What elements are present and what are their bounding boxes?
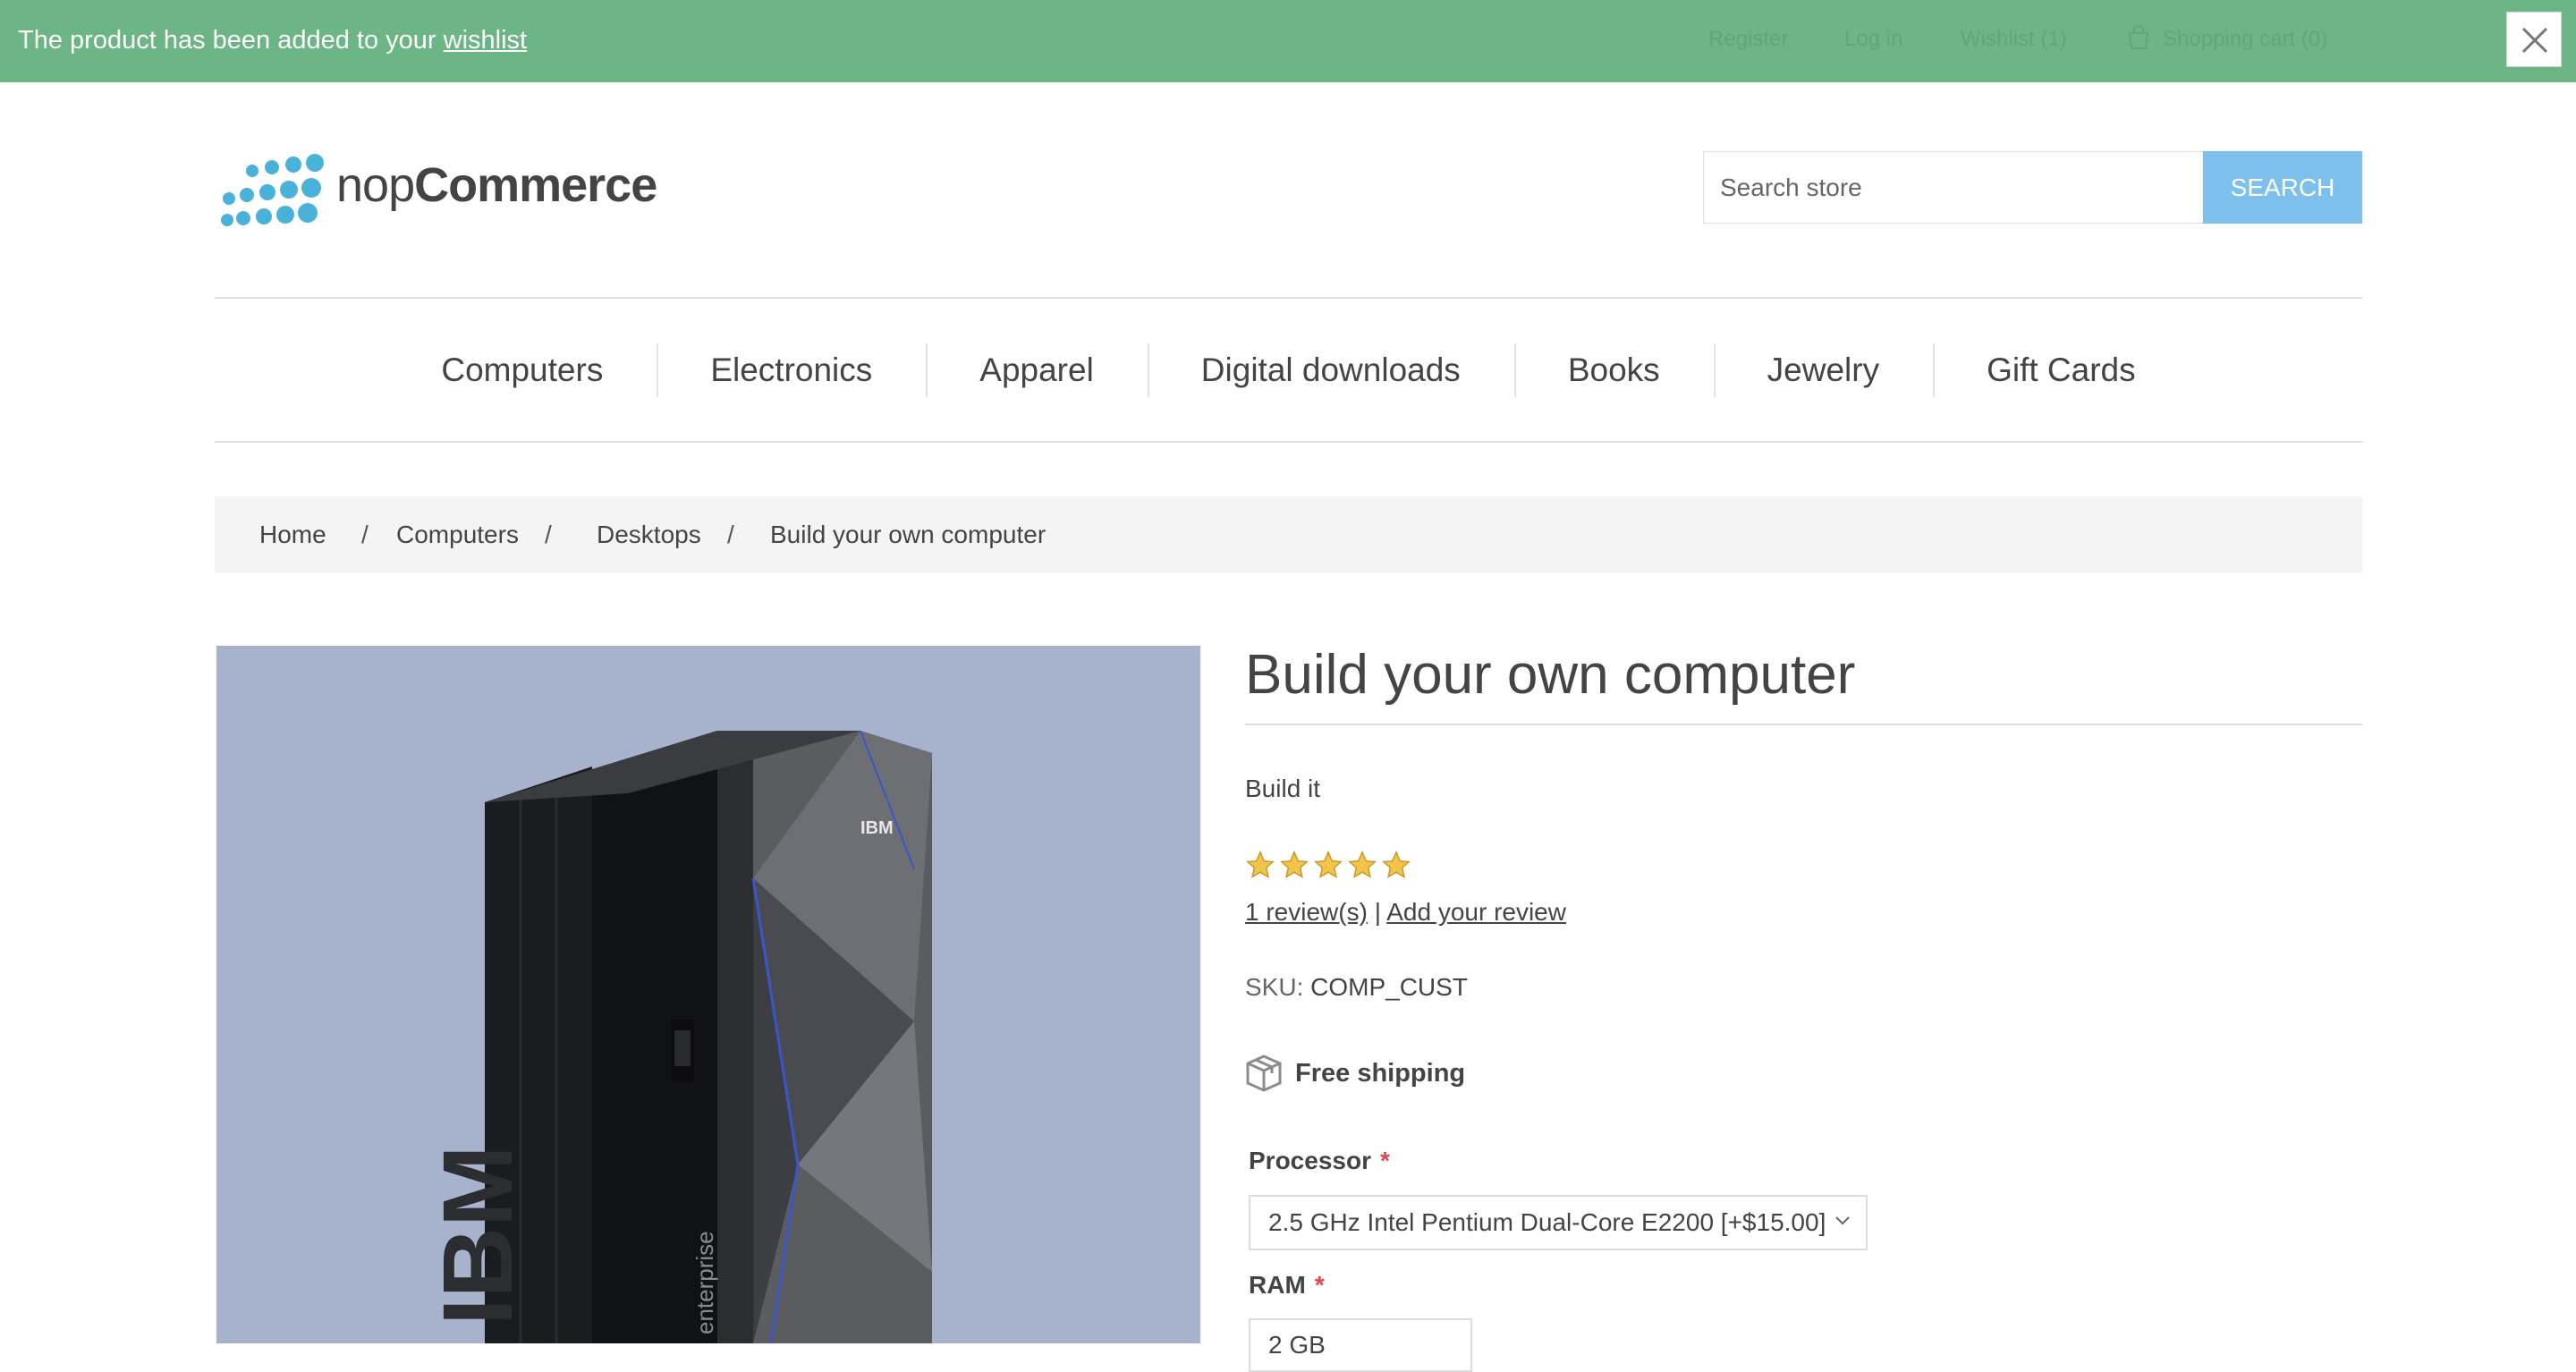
menu-item-books[interactable]: Books [1513, 343, 1714, 397]
processor-select[interactable]: 2.5 GHz Intel Pentium Dual-Core E2200 [+… [1249, 1195, 1868, 1250]
top-menu: Computers Electronics Apparel Digital do… [215, 299, 2362, 441]
breadcrumb-separator: / [727, 521, 734, 548]
ram-selected-value: 2 GB [1268, 1331, 1326, 1359]
required-marker: * [1314, 1271, 1325, 1299]
menu-item-digital-downloads[interactable]: Digital downloads [1147, 343, 1514, 397]
wishlist-header-link[interactable]: Wishlist (1) [1961, 27, 2067, 52]
wishlist-link[interactable]: wishlist [444, 26, 527, 55]
breadcrumb: Home / Computers / Desktops / Build your… [215, 496, 2362, 573]
star-icon [1382, 851, 1411, 878]
sku-label: SKU: [1245, 973, 1304, 1001]
product-title: Build your own computer [1245, 644, 1856, 706]
menu-item-computers[interactable]: Computers [387, 343, 657, 397]
menu-divider-bottom [215, 441, 2362, 443]
processor-label: Processor * [1249, 1147, 1390, 1174]
breadcrumb-desktops[interactable]: Desktops [597, 521, 701, 549]
star-icon [1280, 851, 1309, 878]
required-marker: * [1379, 1147, 1390, 1174]
package-box-icon [1246, 1054, 1282, 1092]
menu-item-electronics[interactable]: Electronics [657, 343, 926, 397]
product-reviews-overview: 1 review(s) | Add your review [1245, 898, 1566, 927]
star-icon [1314, 851, 1343, 878]
reviews-separator: | [1374, 898, 1381, 926]
breadcrumb-separator: / [545, 521, 552, 548]
product-short-description: Build it [1245, 775, 1321, 802]
ram-label: RAM * [1249, 1271, 1325, 1299]
free-shipping-label: Free shipping [1295, 1059, 1466, 1088]
image-side-brand: IBM [423, 1145, 533, 1325]
processor-selected-value: 2.5 GHz Intel Pentium Dual-Core E2200 [+… [1268, 1208, 1826, 1236]
title-divider [1245, 724, 2362, 725]
store-logo[interactable]: nopCommerce [218, 152, 665, 227]
product-sku: SKU: COMP_CUST [1245, 973, 1468, 1002]
register-link[interactable]: Register [1708, 27, 1788, 52]
login-link[interactable]: Log in [1844, 27, 1902, 52]
star-icon [1348, 851, 1377, 878]
chevron-down-icon [1835, 1216, 1850, 1225]
notification-text: The product has been added to your wishl… [18, 24, 527, 56]
menu-item-apparel[interactable]: Apparel [926, 343, 1148, 397]
product-rating [1245, 850, 1411, 880]
image-brand-badge: IBM [860, 818, 894, 838]
breadcrumb-computers[interactable]: Computers [396, 521, 519, 549]
logo-dots-icon [221, 154, 324, 226]
reviews-count-link[interactable]: 1 review(s) [1245, 898, 1368, 926]
shopping-cart-link[interactable]: Shopping cart (0) [2163, 27, 2327, 52]
menu-item-gift-cards[interactable]: Gift Cards [1933, 343, 2190, 397]
mainframe-computer-image: IBM IBM enterprise [423, 730, 932, 1343]
product-image[interactable]: IBM IBM enterprise [216, 646, 1200, 1343]
logo-text: nopCommerce [336, 158, 657, 212]
menu-item-jewelry[interactable]: Jewelry [1713, 343, 1933, 397]
breadcrumb-separator: / [361, 521, 369, 548]
sku-value: COMP_CUST [1310, 973, 1468, 1001]
search-button[interactable]: SEARCH [2203, 151, 2362, 224]
add-review-link[interactable]: Add your review [1386, 898, 1566, 926]
notification-bar: The product has been added to your wishl… [0, 0, 2576, 82]
star-icon [1246, 851, 1275, 878]
search-input[interactable] [1703, 151, 2204, 224]
breadcrumb-current: Build your own computer [770, 521, 1046, 548]
close-notification-button[interactable] [2506, 12, 2562, 67]
image-side-model: enterprise [691, 1231, 718, 1334]
cart-icon [2127, 25, 2150, 56]
breadcrumb-home[interactable]: Home [259, 521, 326, 549]
ram-select[interactable]: 2 GB [1249, 1318, 1472, 1372]
notification-message: The product has been added to your [18, 26, 444, 55]
close-icon [2521, 27, 2548, 54]
